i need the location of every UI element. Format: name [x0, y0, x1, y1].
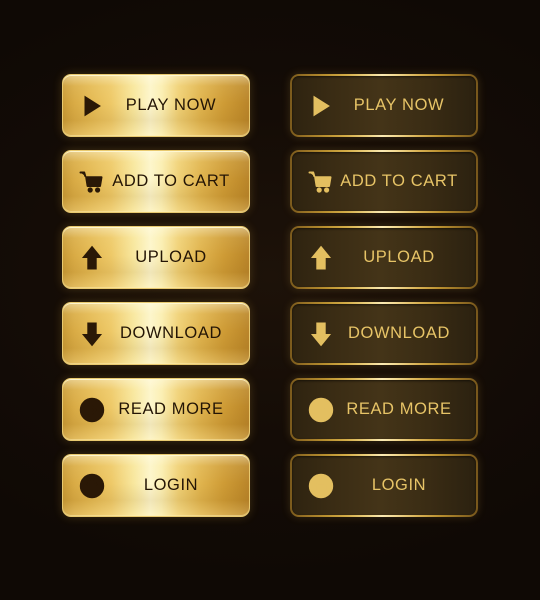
play-now-button[interactable]: PLAY NOW	[290, 74, 478, 137]
play-now-button[interactable]: PLAY NOW	[62, 74, 250, 137]
button-label: DOWNLOAD	[120, 324, 222, 342]
button-inner-surface: LOGIN	[292, 456, 476, 515]
button-inner-surface: DOWNLOAD	[292, 304, 476, 363]
button-inner-surface: PLAY NOW	[63, 75, 249, 136]
login-button[interactable]: LOGIN	[62, 454, 250, 517]
button-label: UPLOAD	[135, 248, 207, 266]
download-button[interactable]: DOWNLOAD	[62, 302, 250, 365]
outlined-gold-column: PLAY NOW ADD TO CART UPLOAD DOWNLOAD READ MO…	[290, 74, 478, 517]
button-inner-surface: UPLOAD	[292, 228, 476, 287]
button-label: PLAY NOW	[125, 96, 217, 114]
download-button[interactable]: DOWNLOAD	[290, 302, 478, 365]
button-inner-surface: UPLOAD	[63, 227, 249, 288]
add-to-cart-button[interactable]: ADD TO CART	[62, 150, 250, 213]
button-label: UPLOAD	[363, 248, 435, 266]
add-to-cart-button[interactable]: ADD TO CART	[290, 150, 478, 213]
shopping-cart-icon	[304, 169, 338, 195]
login-button[interactable]: LOGIN	[290, 454, 478, 517]
lock-circle-icon	[75, 473, 109, 499]
arrow-up-icon	[304, 245, 338, 271]
arrow-down-icon	[75, 321, 109, 347]
button-inner-surface: READ MORE	[292, 380, 476, 439]
chevron-right-circle-icon	[75, 397, 109, 423]
play-icon	[304, 93, 338, 119]
button-inner-surface: LOGIN	[63, 455, 249, 516]
button-columns: PLAY NOW ADD TO CART UPLOAD DOWNLOAD READ MO…	[0, 74, 540, 517]
button-label: ADD TO CART	[340, 172, 458, 190]
read-more-button[interactable]: READ MORE	[290, 378, 478, 441]
upload-button[interactable]: UPLOAD	[62, 226, 250, 289]
arrow-up-icon	[75, 245, 109, 271]
button-label: READ MORE	[346, 400, 452, 418]
button-label: LOGIN	[371, 476, 427, 494]
shopping-cart-icon	[75, 169, 109, 195]
button-inner-surface: ADD TO CART	[292, 152, 476, 211]
button-label: PLAY NOW	[353, 96, 445, 114]
button-inner-surface: ADD TO CART	[63, 151, 249, 212]
button-inner-surface: READ MORE	[63, 379, 249, 440]
button-set-canvas: PLAY NOW ADD TO CART UPLOAD DOWNLOAD READ MO…	[0, 0, 540, 600]
button-label: DOWNLOAD	[348, 324, 450, 342]
button-label: ADD TO CART	[112, 172, 230, 190]
button-label: LOGIN	[143, 476, 199, 494]
filled-gold-column: PLAY NOW ADD TO CART UPLOAD DOWNLOAD READ MO…	[62, 74, 250, 517]
button-label: READ MORE	[118, 400, 224, 418]
button-inner-surface: DOWNLOAD	[63, 303, 249, 364]
arrow-down-icon	[304, 321, 338, 347]
lock-circle-icon	[304, 473, 338, 499]
upload-button[interactable]: UPLOAD	[290, 226, 478, 289]
play-icon	[75, 93, 109, 119]
read-more-button[interactable]: READ MORE	[62, 378, 250, 441]
button-inner-surface: PLAY NOW	[292, 76, 476, 135]
chevron-right-circle-icon	[304, 397, 338, 423]
